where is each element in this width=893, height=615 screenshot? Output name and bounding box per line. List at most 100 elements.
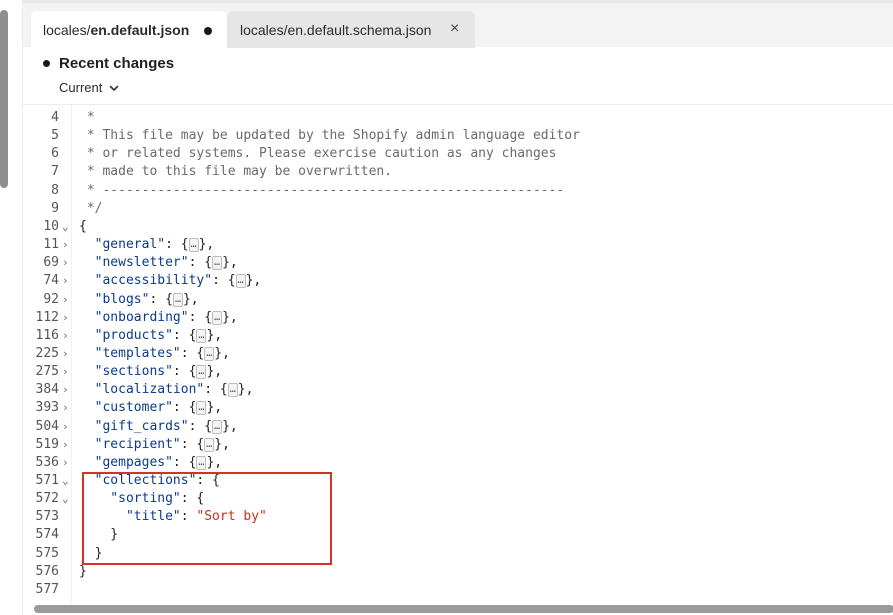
- tab-en-default-json[interactable]: locales/en.default.json: [31, 11, 227, 48]
- folded-region-placeholder[interactable]: …: [196, 401, 207, 416]
- folded-region-placeholder[interactable]: …: [235, 274, 246, 289]
- code-line[interactable]: 8 * ------------------------------------…: [23, 182, 893, 200]
- folded-region-placeholder[interactable]: …: [196, 455, 207, 470]
- horizontal-scrollbar[interactable]: [34, 605, 893, 613]
- code-token: },: [214, 345, 230, 361]
- code-line[interactable]: 577: [23, 581, 893, 599]
- code-line[interactable]: 571 ⌄ "collections": {: [23, 472, 893, 490]
- code-token: * made to this file may be overwritten.: [79, 164, 393, 180]
- code-token: "recipient": [79, 436, 181, 452]
- code-token: * This file may be updated by the Shopif…: [79, 128, 580, 144]
- code-line[interactable]: 4 *: [23, 109, 893, 127]
- code-text: "gift_cards": {…},: [79, 418, 238, 436]
- code-text: }: [79, 563, 87, 581]
- fold-expanded-icon[interactable]: ⌄: [62, 472, 72, 490]
- code-token: },: [214, 436, 230, 452]
- code-text: "collections": {: [79, 472, 220, 490]
- code-text: "customer": {…},: [79, 399, 222, 417]
- code-token: "newsletter": [79, 255, 189, 271]
- line-number: 536: [35, 454, 59, 470]
- code-line[interactable]: 74 › "accessibility": {…},: [23, 272, 893, 290]
- code-line[interactable]: 384 › "localization": {…},: [23, 381, 893, 399]
- line-number: 9: [51, 200, 59, 216]
- code-token: * --------------------------------------…: [79, 182, 565, 198]
- code-line[interactable]: 92 › "blogs": {…},: [23, 291, 893, 309]
- line-number: 571: [35, 473, 59, 488]
- code-line[interactable]: 69 › "newsletter": {…},: [23, 254, 893, 272]
- code-line[interactable]: 9 */: [23, 200, 893, 218]
- code-line[interactable]: 575 }: [23, 545, 893, 563]
- code-token: : {: [180, 436, 205, 452]
- folded-region-placeholder[interactable]: …: [227, 383, 238, 398]
- unsaved-dot-icon[interactable]: [204, 27, 212, 35]
- code-token: },: [206, 364, 223, 380]
- line-number: 11: [43, 237, 59, 253]
- folded-region-placeholder[interactable]: …: [212, 419, 223, 434]
- code-line[interactable]: 572 ⌄ "sorting": {: [23, 490, 893, 508]
- page-vertical-scrollbar[interactable]: [0, 10, 8, 188]
- line-number: 225: [35, 345, 59, 361]
- code-line[interactable]: 11 › "general": {…},: [23, 236, 893, 254]
- code-line[interactable]: 225 › "templates": {…},: [23, 345, 893, 363]
- code-line[interactable]: 574 }: [23, 526, 893, 544]
- code-token: : {: [188, 418, 213, 434]
- fold-expanded-icon[interactable]: ⌄: [62, 218, 72, 236]
- close-icon[interactable]: ×: [450, 20, 459, 38]
- code-line[interactable]: 393 › "customer": {…},: [23, 399, 893, 417]
- code-line[interactable]: 573 "title": "Sort by": [23, 508, 893, 526]
- code-line[interactable]: 10 ⌄ {: [23, 218, 893, 236]
- line-number: 6: [51, 146, 59, 162]
- fold-collapsed-icon[interactable]: ›: [62, 363, 72, 381]
- line-number: 116: [35, 327, 59, 343]
- folded-region-placeholder[interactable]: …: [204, 346, 215, 361]
- code-area[interactable]: 4 * 5 * This file may be updated by the S…: [23, 105, 893, 605]
- code-line[interactable]: 275 › "sections": {…},: [23, 363, 893, 381]
- code-line[interactable]: 116 › "products": {…},: [23, 327, 893, 345]
- code-token: },: [245, 273, 262, 289]
- line-number: 5: [51, 128, 59, 144]
- fold-collapsed-icon[interactable]: ›: [62, 309, 72, 327]
- code-text: "templates": {…},: [79, 345, 230, 363]
- fold-collapsed-icon[interactable]: ›: [62, 454, 72, 472]
- code-line[interactable]: 6 * or related systems. Please exercise …: [23, 145, 893, 163]
- code-line[interactable]: 112 › "onboarding": {…},: [23, 309, 893, 327]
- tab-en-default-schema-json[interactable]: locales/en.default.schema.json ×: [227, 11, 475, 48]
- folded-region-placeholder[interactable]: …: [172, 292, 183, 307]
- fold-collapsed-icon[interactable]: ›: [62, 291, 72, 309]
- folded-region-placeholder[interactable]: …: [196, 365, 207, 380]
- fold-collapsed-icon[interactable]: ›: [62, 381, 72, 399]
- code-line[interactable]: 5 * This file may be updated by the Shop…: [23, 127, 893, 145]
- folded-region-placeholder[interactable]: …: [196, 328, 207, 343]
- code-token: "onboarding": [79, 309, 189, 325]
- code-line[interactable]: 536 › "gempages": {…},: [23, 454, 893, 472]
- fold-collapsed-icon[interactable]: ›: [62, 345, 72, 363]
- fold-collapsed-icon[interactable]: ›: [62, 399, 72, 417]
- folded-region-placeholder[interactable]: …: [204, 437, 215, 452]
- fold-collapsed-icon[interactable]: ›: [62, 327, 72, 345]
- version-dropdown[interactable]: Current: [59, 80, 120, 95]
- line-number: 575: [35, 545, 59, 561]
- code-token: : {: [172, 454, 197, 470]
- code-line[interactable]: 504 › "gift_cards": {…},: [23, 418, 893, 436]
- code-token: : {: [172, 327, 197, 343]
- code-text: * --------------------------------------…: [79, 182, 564, 200]
- fold-collapsed-icon[interactable]: ›: [62, 236, 72, 254]
- fold-collapsed-icon[interactable]: ›: [62, 272, 72, 290]
- folded-region-placeholder[interactable]: …: [212, 310, 223, 325]
- fold-collapsed-icon[interactable]: ›: [62, 436, 72, 454]
- code-token: *: [79, 110, 95, 125]
- fold-collapsed-icon[interactable]: ›: [62, 254, 72, 272]
- tab-file-label: en.default.json: [90, 21, 190, 38]
- code-token: : {: [172, 364, 197, 380]
- fold-expanded-icon[interactable]: ⌄: [62, 490, 72, 508]
- folded-region-placeholder[interactable]: …: [188, 238, 199, 253]
- code-text: "general": {…},: [79, 236, 214, 254]
- recent-changes-header: Recent changes: [43, 55, 174, 72]
- fold-collapsed-icon[interactable]: ›: [62, 418, 72, 436]
- code-line[interactable]: 7 * made to this file may be overwritten…: [23, 163, 893, 181]
- line-number: 69: [43, 255, 59, 271]
- code-line[interactable]: 576}: [23, 563, 893, 581]
- code-line[interactable]: 519 › "recipient": {…},: [23, 436, 893, 454]
- folded-region-placeholder[interactable]: …: [212, 256, 223, 271]
- code-token: },: [206, 400, 223, 416]
